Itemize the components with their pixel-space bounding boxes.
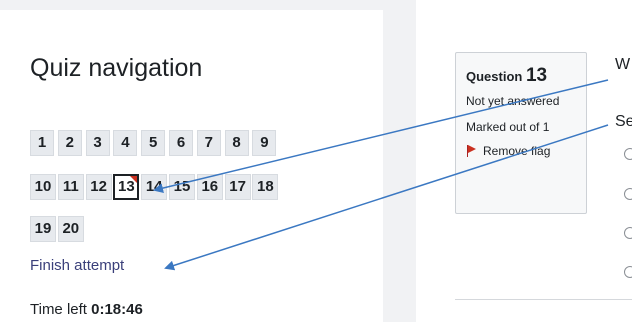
question-button-label: 20 [62,220,80,237]
question-button-8[interactable]: 8 [224,130,249,156]
question-button-16[interactable]: 16 [196,174,223,200]
question-button-17[interactable]: 17 [224,174,251,200]
question-button-label: 14 [145,178,163,195]
question-button-20[interactable]: 20 [57,216,84,242]
question-button-label: 6 [176,134,186,151]
question-button-label: 11 [62,178,79,195]
question-button-label: 8 [232,134,241,151]
question-button-label: 1 [37,134,47,151]
question-grade: Marked out of 1 [466,120,550,134]
question-button-5[interactable]: 5 [141,130,166,156]
question-button-9[interactable]: 9 [252,130,277,156]
time-left: Time left 0:18:46 [30,301,143,318]
question-button-label: 15 [173,178,191,195]
question-button-6[interactable]: 6 [169,130,193,156]
top-strip [0,0,383,10]
question-button-11[interactable]: 11 [57,174,84,200]
question-button-13[interactable]: 13 [113,174,140,200]
question-button-19[interactable]: 19 [30,216,56,242]
answer-radio[interactable] [624,227,632,239]
question-info-box: Question 13 Not yet answered Marked out … [455,52,587,214]
time-left-value: 0:18:46 [91,301,143,318]
remove-flag-label: Remove flag [483,144,551,158]
question-button-label: 18 [257,178,274,195]
question-number-line: Question 13 [466,65,576,87]
question-button-10[interactable]: 10 [30,174,56,200]
question-button-2[interactable]: 2 [57,130,82,156]
question-button-label: 17 [229,178,246,195]
question-button-12[interactable]: 12 [85,174,112,200]
question-button-4[interactable]: 4 [113,130,138,156]
answer-radio[interactable] [624,188,632,200]
divider [455,299,632,300]
panel-gutter [383,0,416,322]
flag-icon [466,145,476,157]
select-one-label: Se [615,113,632,130]
answer-radio[interactable] [624,266,632,278]
question-button-14[interactable]: 14 [141,174,168,200]
quiz-navigation-title: Quiz navigation [30,54,203,82]
question-button-3[interactable]: 3 [85,130,110,156]
question-button-label: 19 [34,220,52,237]
question-word: Question [466,69,523,84]
answer-radio[interactable] [624,148,632,160]
question-button-label: 12 [90,178,107,195]
question-button-label: 9 [260,134,269,151]
remove-flag-button[interactable]: Remove flag [466,144,576,158]
question-button-1[interactable]: 1 [30,130,54,156]
question-button-label: 16 [201,178,219,195]
question-button-7[interactable]: 7 [196,130,221,156]
question-button-label: 3 [93,134,102,151]
question-text: W [615,56,631,73]
question-state: Not yet answered [466,94,560,108]
question-button-18[interactable]: 18 [252,174,279,200]
question-button-label: 4 [121,134,130,151]
question-button-label: 2 [65,134,74,151]
question-button-label: 7 [204,134,213,151]
question-button-15[interactable]: 15 [169,174,195,200]
question-button-label: 5 [149,134,158,151]
flagged-marker-icon [130,176,138,183]
question-number: 13 [525,65,548,86]
question-button-label: 10 [34,178,52,195]
finish-attempt-link[interactable]: Finish attempt [30,257,124,274]
time-left-label: Time left [30,301,87,318]
